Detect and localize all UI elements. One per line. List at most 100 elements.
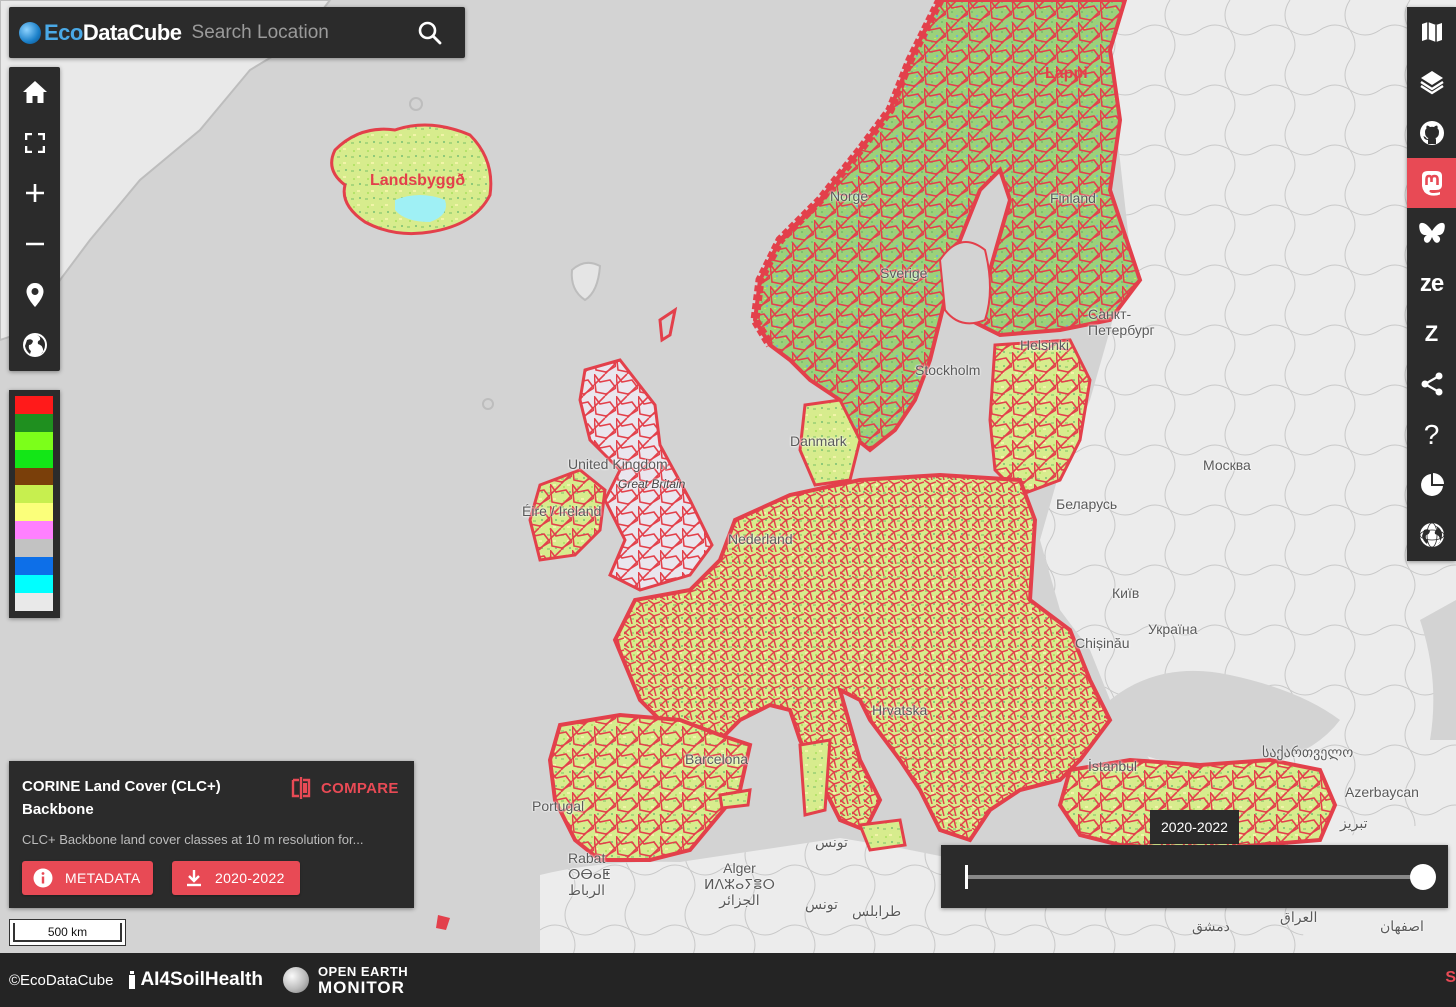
compare-icon — [291, 777, 311, 799]
zoom-out-button[interactable] — [9, 219, 60, 270]
layers-icon — [1419, 71, 1444, 95]
map-label-tunis: تونس — [815, 834, 848, 850]
map-label-hrvatska: Hrvatska — [872, 702, 928, 718]
zenodo-button[interactable]: ze — [1407, 258, 1456, 308]
footer-right-fragment[interactable]: S — [1445, 969, 1456, 987]
map-label-saint-petersburg: Санкт- Петербург — [1088, 306, 1155, 338]
map-label-great-britain: Great Britain — [618, 477, 686, 491]
map-label-tarabulus: طرابلس — [852, 903, 902, 919]
legend-swatch — [15, 592, 53, 611]
share-icon — [1421, 372, 1442, 396]
github-button[interactable] — [1407, 108, 1456, 158]
globe-grid-button[interactable] — [1407, 510, 1456, 560]
metadata-button[interactable]: METADATA — [22, 861, 153, 895]
legend-swatch — [15, 413, 53, 432]
locate-button[interactable] — [9, 269, 60, 320]
basemap-button[interactable] — [1407, 7, 1456, 57]
layer-info-panel: CORINE Land Cover (CLC+) Backbone COMPAR… — [9, 761, 414, 908]
legend-swatch — [15, 485, 53, 504]
time-slider-track[interactable] — [967, 875, 1423, 879]
time-slider-panel — [941, 845, 1448, 908]
search-icon[interactable] — [417, 20, 443, 46]
map-label-eire: Éire / Ireland — [522, 503, 602, 519]
map-label-iraq: العراق — [1280, 909, 1318, 925]
metadata-label: METADATA — [65, 870, 141, 886]
zoom-in-button[interactable] — [9, 168, 60, 219]
statistics-button[interactable] — [1407, 460, 1456, 510]
map-label-istanbul: İstanbul — [1088, 758, 1138, 774]
map-label-kyiv: Київ — [1112, 585, 1140, 601]
map-label-georgia: საქართველო — [1262, 744, 1354, 760]
map-label-alger: Alger ⵍⴷⵣⴰⵢⴻⵔ الجزائر — [704, 860, 775, 908]
map-label-tabriz: تبریز — [1340, 815, 1368, 831]
map-label-chisinau: Chișinău — [1075, 635, 1130, 651]
info-icon — [33, 868, 53, 888]
z-button[interactable]: Z — [1407, 309, 1456, 359]
legend-swatch — [15, 574, 53, 593]
zoom-out-icon — [25, 242, 44, 246]
home-button[interactable] — [9, 67, 60, 118]
layer-title: CORINE Land Cover (CLC+) Backbone — [22, 778, 221, 818]
legend-swatch — [15, 557, 53, 575]
legend-swatch — [15, 539, 53, 558]
time-slider-thumb[interactable] — [1410, 864, 1436, 890]
map-label-portugal: Portugal — [532, 798, 585, 814]
map-label-stockholm: Stockholm — [915, 362, 981, 378]
globe-grid-icon — [1419, 522, 1444, 548]
legend-swatches — [15, 396, 54, 611]
logo-globe-icon — [19, 21, 41, 44]
map-label-belarus: Беларусь — [1056, 496, 1118, 512]
search-bar: Eco DataCube — [9, 7, 465, 58]
mastodon-button[interactable] — [1407, 157, 1456, 209]
open-earth-monitor-logo[interactable]: OPEN EARTH MONITOR — [282, 964, 408, 997]
map-label-tunisia: تونس — [805, 896, 838, 912]
map-label-rabat: Rabat ⵔⴱⴰⵟ الرباط — [568, 850, 611, 898]
map-label-helsinki: Helsinki — [1020, 337, 1070, 353]
help-button[interactable]: ? — [1407, 409, 1456, 459]
time-slider-fill — [967, 875, 1423, 879]
legend-swatch — [15, 467, 53, 486]
map-controls — [9, 67, 60, 371]
map-label-landsbyggd: Landsbyggð — [370, 172, 466, 189]
location-pin-icon — [26, 282, 43, 307]
map-label-dimashq: دمشق — [1192, 918, 1230, 934]
legend-swatch — [15, 521, 53, 540]
right-toolbar: ze Z ? — [1407, 7, 1456, 561]
logo-text-datacube: DataCube — [82, 19, 182, 45]
bluesky-icon — [1418, 223, 1445, 244]
open-earth-monitor-icon — [282, 967, 309, 993]
globe-view-button[interactable] — [9, 320, 60, 371]
map-label-danmark: Danmark — [790, 433, 847, 449]
footer: ©EcoDataCube AI4SoilHealth OPEN EARTH MO… — [0, 953, 1456, 1007]
zenodo-icon: ze — [1419, 269, 1444, 297]
map-label-lappi: Lappi — [1045, 65, 1088, 82]
fullscreen-button[interactable] — [9, 118, 60, 169]
map-label-azerbaycan: Azerbaycan — [1345, 784, 1419, 800]
search-input[interactable] — [191, 21, 412, 44]
github-icon — [1419, 120, 1444, 145]
fullscreen-icon — [24, 132, 45, 153]
scale-bar-label: 500 km — [13, 923, 122, 942]
map-label-sverige: Sverige — [880, 265, 928, 281]
globe-icon — [22, 333, 47, 358]
download-label: 2020-2022 — [215, 870, 285, 886]
download-button[interactable]: 2020-2022 — [172, 861, 300, 895]
ai4soilhealth-text: AI4SoilHealth — [140, 969, 263, 990]
compare-button[interactable]: COMPARE — [291, 777, 399, 799]
pie-chart-icon — [1420, 472, 1444, 496]
bluesky-button[interactable] — [1407, 208, 1456, 258]
time-slider-start-handle[interactable] — [965, 865, 968, 889]
share-button[interactable] — [1407, 359, 1456, 409]
app-logo[interactable]: Eco DataCube — [19, 20, 182, 46]
time-slider-tooltip: 2020-2022 — [1150, 810, 1239, 844]
footer-copyright[interactable]: ©EcoDataCube — [9, 972, 113, 989]
layer-description: CLC+ Backbone land cover classes at 10 m… — [22, 832, 364, 847]
scale-bar: 500 km — [9, 919, 126, 946]
legend-swatch — [15, 431, 53, 450]
zoom-in-icon — [25, 184, 44, 203]
layers-button[interactable] — [1407, 57, 1456, 107]
legend-swatch — [15, 503, 53, 522]
ai4soilhealth-logo[interactable]: AI4SoilHealth — [127, 969, 263, 991]
compare-label: COMPARE — [321, 779, 399, 797]
oem-line-2: MONITOR — [317, 978, 405, 997]
